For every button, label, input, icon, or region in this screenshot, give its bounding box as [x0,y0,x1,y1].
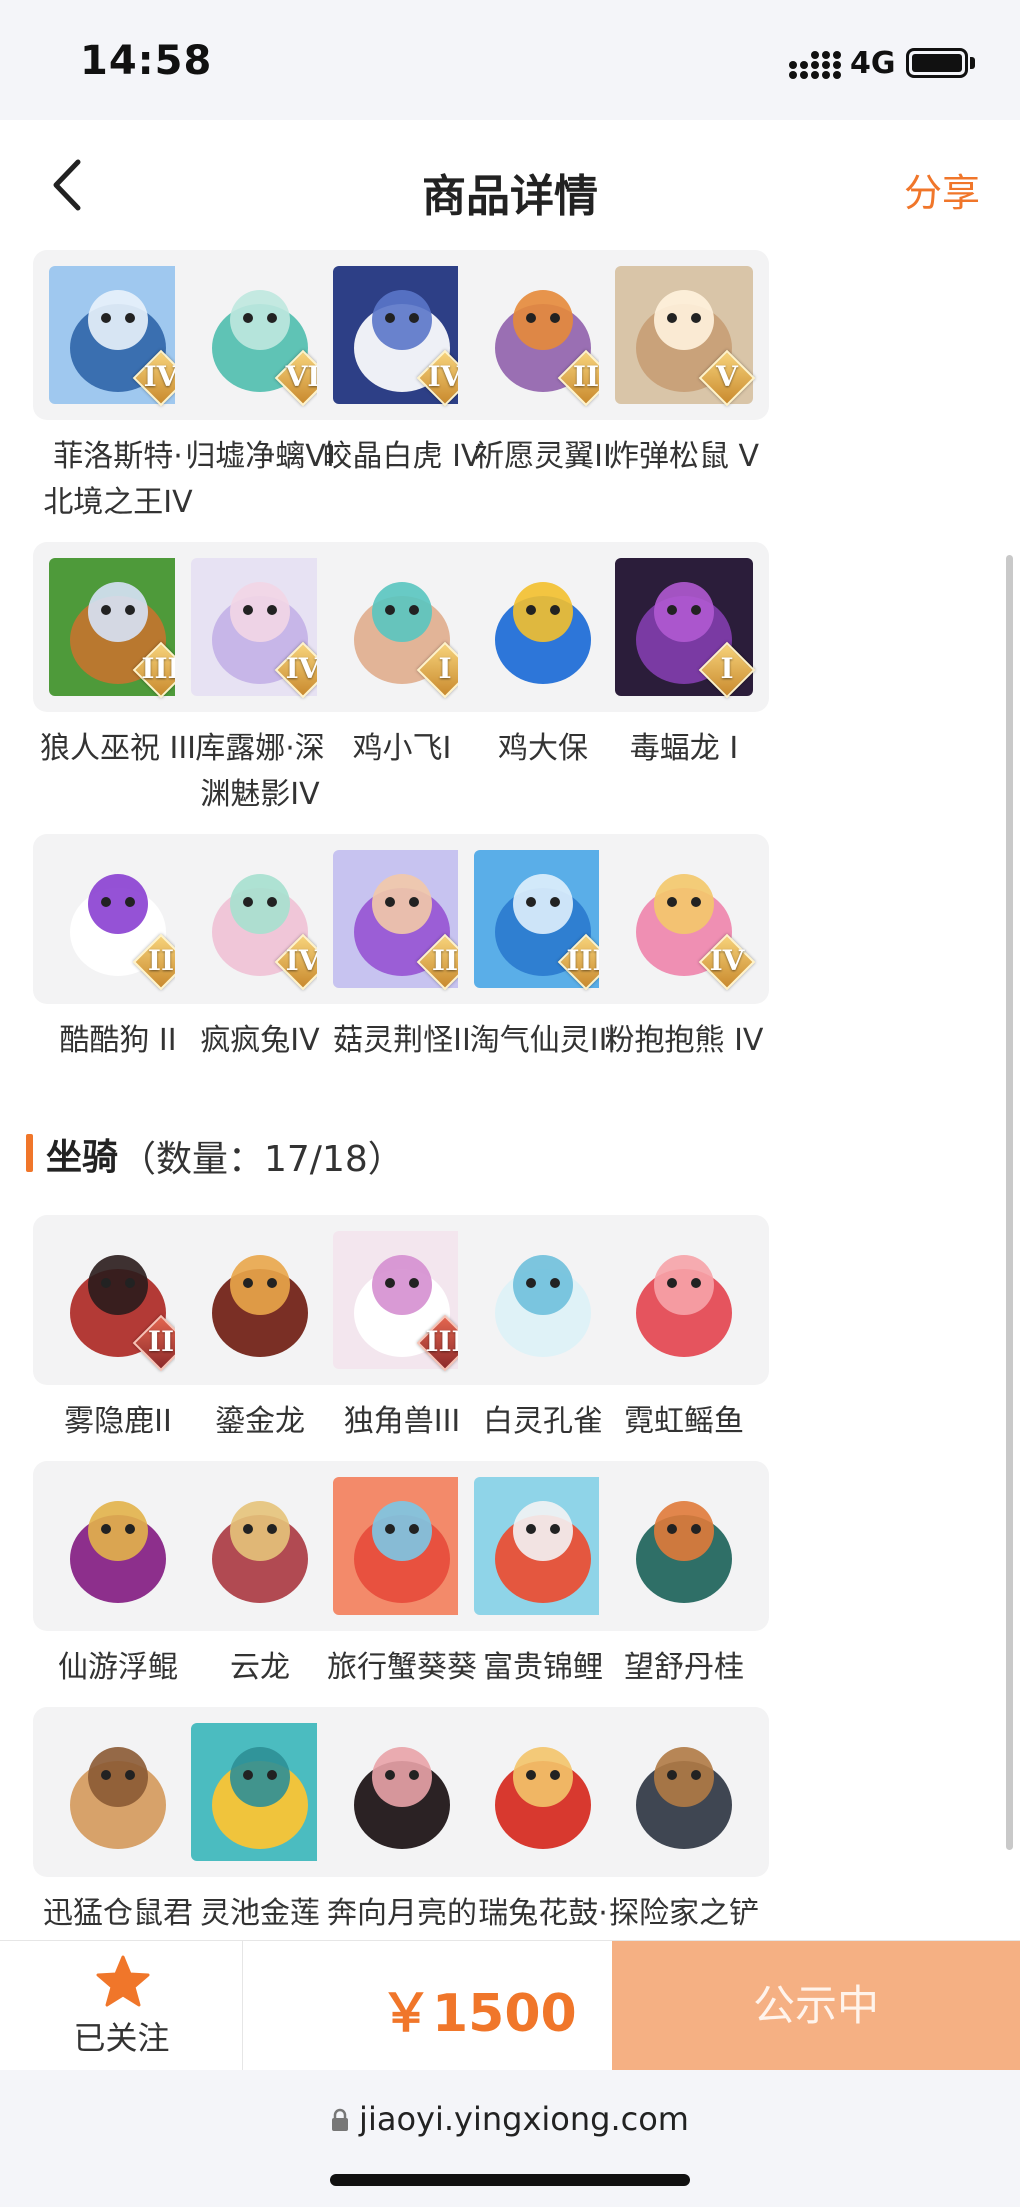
pets-name: 炸弹松鼠 V [608,439,760,474]
bottom-action-bar: 已关注 ￥1500 公示中 [0,1940,1020,2071]
mounts-thumbnail[interactable] [599,1461,769,1631]
url-text: jiaoyi.yingxiong.com [359,2100,689,2138]
pets-item[interactable]: V 炸弹松鼠 V [585,250,783,480]
pets-thumbnail[interactable]: IV [599,834,769,1004]
mounts-thumbnail[interactable] [599,1215,769,1385]
section-accent-bar [26,1134,33,1172]
mounts-thumbnail[interactable] [599,1707,769,1877]
status-bar: 14:58 4G [0,0,1020,120]
follow-label: 已关注 [73,2019,170,2057]
follow-button[interactable]: 已关注 [0,1941,243,2071]
mounts-item[interactable]: 探险家之铲 [585,1707,783,1937]
status-time: 14:58 [80,38,213,84]
pets-item[interactable]: IV 粉抱抱熊 IV [585,834,783,1064]
mounts-item[interactable]: 霓虹鳐鱼 [585,1215,783,1445]
battery-cap [970,57,975,69]
item-scroll-area[interactable]: IV 菲洛斯特· 北境之王IV VI 归墟净螭VI IV 皎晶白虎 IV II 祈愿灵翼II V… [0,250,1020,1940]
star-icon [96,1955,150,2007]
pets-thumbnail[interactable]: I [599,542,769,712]
signal-icon [789,51,841,79]
mounts-name: 望舒丹桂 [624,1650,744,1685]
mounts-name: 探险家之铲 [609,1896,759,1931]
mounts-name: 霓虹鳐鱼 [624,1404,744,1439]
rank-badge: V [698,349,756,407]
section-title: 坐骑 [46,1137,119,1178]
mounts-item[interactable]: 望舒丹桂 [585,1461,783,1691]
publicity-status-button[interactable]: 公示中 [612,1941,1020,2071]
share-button[interactable]: 分享 [904,162,980,217]
browser-url-bar[interactable]: jiaoyi.yingxiong.com [0,2070,1020,2207]
network-type: 4G [850,46,896,81]
pets-name: 粉抱抱熊 IV [604,1023,764,1058]
pets-item[interactable]: I 毒蝠龙 I [585,542,783,772]
mounts-section-header: 坐骑 （数量：17/18） [26,1128,626,1180]
rank-badge: IV [698,933,756,991]
osmanthus-swing-icon [615,1477,753,1615]
rank-badge: I [698,641,756,699]
lock-icon [332,2108,349,2131]
pets-thumbnail[interactable]: V [599,250,769,420]
url-display[interactable]: jiaoyi.yingxiong.com [0,2100,1020,2138]
battery-icon [906,48,968,78]
page-title: 商品详情 [422,171,598,222]
screen: 14:58 4G 商品详情 分享 IV 菲洛斯特· 北境之王IV VI 归墟净螭VI I… [0,0,1020,2207]
scrollbar[interactable] [1006,555,1013,1850]
pets-name: 毒蝠龙 I [629,731,739,766]
neon-ray-icon [615,1231,753,1369]
home-indicator[interactable] [330,2174,690,2186]
section-count: （数量：17/18） [120,1139,404,1180]
explorer-shovel-icon [615,1723,753,1861]
price: ￥1500 [380,1984,577,2044]
nav-bar: 商品详情 分享 [0,120,1020,250]
